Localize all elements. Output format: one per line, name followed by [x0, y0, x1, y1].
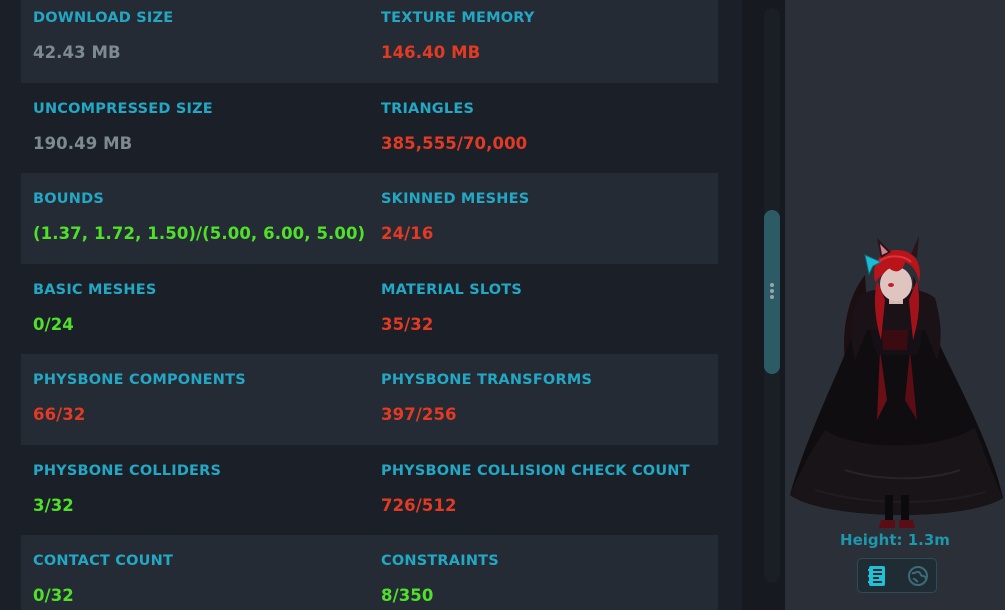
stat-row: PHYSBONE COLLIDERS 3/32 PHYSBONE COLLISI… — [21, 445, 718, 536]
avatar-preview-image[interactable] — [785, 0, 1005, 530]
stat-value: 146.40 MB — [381, 43, 481, 62]
stat-row: CONTACT COUNT 0/32 CONSTRAINTS 8/350 — [21, 535, 718, 610]
stat-value: 24/16 — [381, 224, 434, 243]
globe-icon[interactable] — [906, 564, 930, 588]
avatar-height-label: Height: 1.3m — [840, 531, 950, 549]
stat-value: 0/24 — [33, 314, 74, 334]
stat-label: PHYSBONE COMPONENTS — [33, 372, 246, 388]
stat-label: PHYSBONE COLLISION CHECK COUNT — [381, 462, 690, 479]
stats-icon[interactable] — [866, 564, 890, 588]
stat-value: (1.37, 1.72, 1.50)/(5.00, 6.00, 5.00) — [33, 224, 366, 243]
stat-value: 385,555/70,000 — [381, 133, 528, 153]
stat-label: MATERIAL SLOTS — [381, 281, 523, 298]
stat-label: CONTACT COUNT — [33, 553, 174, 569]
stat-value: 8/350 — [381, 586, 434, 605]
stats-list: DOWNLOAD SIZE 42.43 MB TEXTURE MEMORY 14… — [21, 0, 718, 610]
stat-label: TRIANGLES — [381, 100, 475, 117]
stat-value: 726/512 — [381, 495, 457, 515]
stat-value: 0/32 — [33, 586, 74, 605]
stat-value: 190.49 MB — [33, 133, 133, 153]
stat-row: BASIC MESHES 0/24 MATERIAL SLOTS 35/32 — [21, 264, 718, 355]
avatar-stats-panel: DOWNLOAD SIZE 42.43 MB TEXTURE MEMORY 14… — [0, 0, 742, 610]
stat-row: UNCOMPRESSED SIZE 190.49 MB TRIANGLES 38… — [21, 83, 718, 174]
stat-value: 42.43 MB — [33, 43, 121, 62]
stat-value: 397/256 — [381, 405, 457, 424]
stat-label: TEXTURE MEMORY — [381, 10, 535, 26]
stat-row: PHYSBONE COMPONENTS 66/32 PHYSBONE TRANS… — [21, 354, 718, 445]
stat-label: CONSTRAINTS — [381, 553, 499, 569]
stat-label: DOWNLOAD SIZE — [33, 10, 174, 26]
drag-handle-icon[interactable] — [768, 281, 776, 303]
stat-value: 35/32 — [381, 314, 434, 334]
stat-label: BOUNDS — [33, 191, 104, 207]
stat-label: PHYSBONE COLLIDERS — [33, 462, 222, 479]
stat-value: 3/32 — [33, 495, 74, 515]
stat-value: 66/32 — [33, 405, 86, 424]
preview-view-toggle — [857, 558, 937, 593]
stat-label: SKINNED MESHES — [381, 191, 530, 207]
stat-label: PHYSBONE TRANSFORMS — [381, 372, 593, 388]
avatar-preview-panel: Height: 1.3m — [785, 0, 1005, 610]
stat-row: BOUNDS (1.37, 1.72, 1.50)/(5.00, 6.00, 5… — [21, 173, 718, 264]
stat-label: UNCOMPRESSED SIZE — [33, 100, 213, 117]
stat-row: DOWNLOAD SIZE 42.43 MB TEXTURE MEMORY 14… — [21, 0, 718, 83]
stat-label: BASIC MESHES — [33, 281, 157, 298]
